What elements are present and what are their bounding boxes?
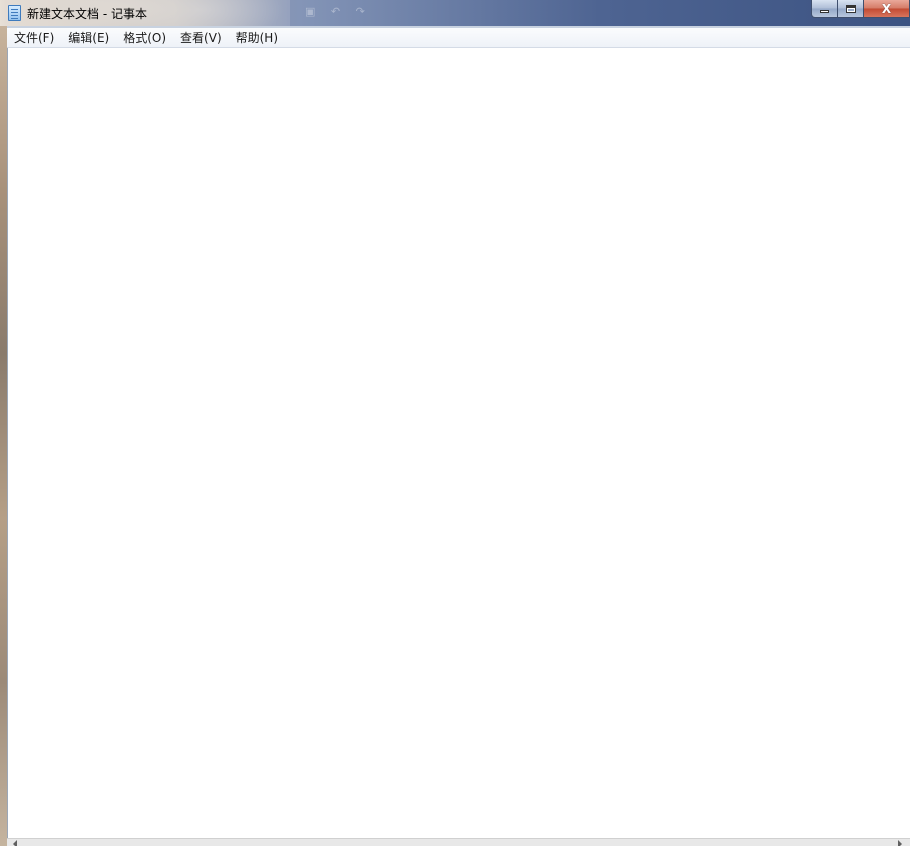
menu-edit[interactable]: 编辑(E) xyxy=(61,29,116,47)
undo-icon: ↶ xyxy=(330,5,341,18)
menu-help[interactable]: 帮助(H) xyxy=(229,29,285,47)
horizontal-scrollbar[interactable] xyxy=(7,838,910,846)
menu-format[interactable]: 格式(O) xyxy=(116,29,173,47)
window-title: 新建文本文档 - 记事本 xyxy=(27,7,147,21)
desktop-edge xyxy=(0,26,7,846)
save-icon: ▣ xyxy=(305,5,316,18)
scroll-right-arrow-icon[interactable] xyxy=(898,840,902,846)
background-window-toolbar: ▣ ↶ ↷ xyxy=(305,5,377,21)
maximize-icon xyxy=(845,4,856,13)
close-button[interactable]: X xyxy=(864,0,910,18)
menu-bar: 文件(F) 编辑(E) 格式(O) 查看(V) 帮助(H) xyxy=(7,28,910,48)
title-bar[interactable]: 新建文本文档 - 记事本 ▣ ↶ ↷ X xyxy=(0,0,910,26)
minimize-button[interactable] xyxy=(811,0,838,18)
menu-file[interactable]: 文件(F) xyxy=(7,29,61,47)
notepad-icon[interactable] xyxy=(8,5,21,21)
text-editor-area[interactable] xyxy=(7,48,910,838)
caption-buttons: X xyxy=(811,0,910,19)
maximize-button[interactable] xyxy=(838,0,864,18)
scroll-left-arrow-icon[interactable] xyxy=(13,840,17,846)
close-icon: X xyxy=(881,1,892,16)
redo-icon: ↷ xyxy=(355,5,365,18)
minimize-icon xyxy=(820,10,829,13)
menu-view[interactable]: 查看(V) xyxy=(173,29,229,47)
